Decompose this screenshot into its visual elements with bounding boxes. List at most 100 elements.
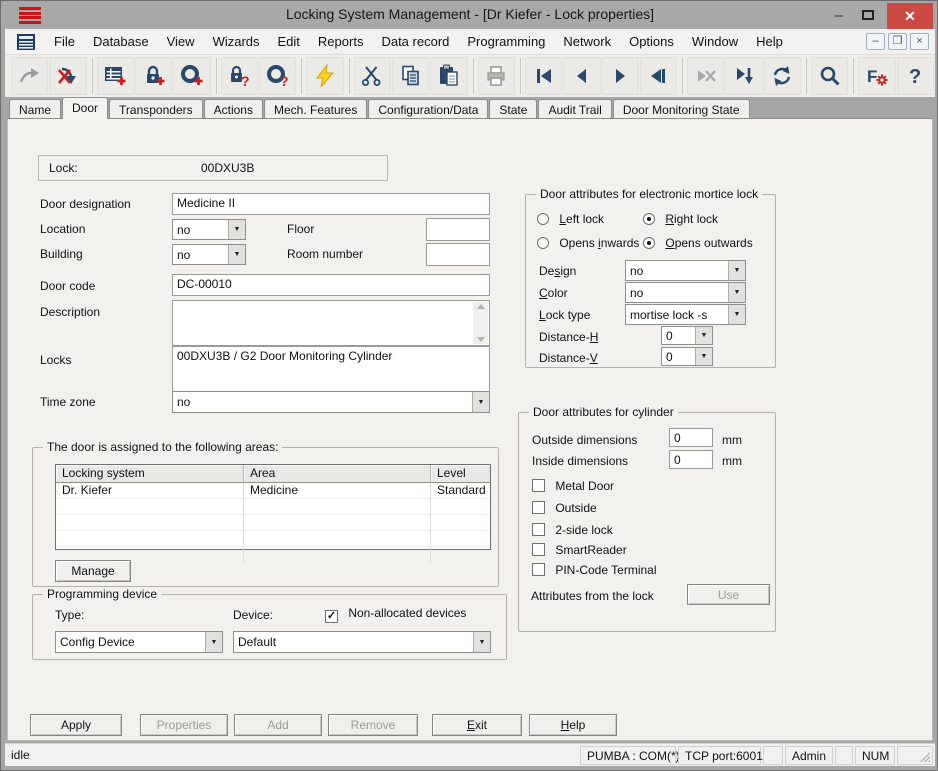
menu-item-options[interactable]: Options xyxy=(620,30,683,53)
toolbar-print-button[interactable] xyxy=(478,57,515,95)
tab-mech-features[interactable]: Mech. Features xyxy=(264,99,367,119)
menu-item-file[interactable]: File xyxy=(45,30,84,53)
menu-item-edit[interactable]: Edit xyxy=(269,30,309,53)
chevron-down-icon[interactable]: ▼ xyxy=(228,245,245,264)
toolbar-copy-button[interactable] xyxy=(392,57,429,95)
toolbar-new-locking-system-button[interactable] xyxy=(97,57,134,95)
toolbar-previous-record-button[interactable] xyxy=(563,57,600,95)
table-row[interactable]: Dr. Kiefer Medicine Standard xyxy=(56,483,490,499)
tab-transponders[interactable]: Transponders xyxy=(109,99,203,119)
mdi-minimize-button[interactable]: – xyxy=(866,33,885,50)
menu-item-help[interactable]: Help xyxy=(747,30,792,53)
door-code-input[interactable]: DC-00010 xyxy=(172,274,490,296)
left-lock-radio[interactable]: Left lock xyxy=(537,212,604,226)
scroll-down-icon[interactable] xyxy=(477,337,485,342)
exit-button[interactable]: Exit xyxy=(432,714,522,736)
menu-item-database[interactable]: Database xyxy=(84,30,158,53)
toolbar-connect-button[interactable] xyxy=(11,57,48,95)
chevron-down-icon[interactable]: ▼ xyxy=(695,327,712,344)
location-select[interactable]: no ▼ xyxy=(172,219,246,240)
toolbar-new-lock-button[interactable] xyxy=(135,57,172,95)
opens-inwards-radio[interactable]: Opens inwards xyxy=(537,236,639,250)
description-textarea[interactable] xyxy=(172,300,490,346)
chevron-down-icon[interactable]: ▼ xyxy=(472,392,489,412)
description-scrollbar[interactable] xyxy=(473,302,488,344)
column-header-level[interactable]: Level xyxy=(431,465,490,483)
minimize-button[interactable]: – xyxy=(825,1,853,29)
programming-type-select[interactable]: Config Device ▼ xyxy=(55,631,223,653)
tab-door[interactable]: Door xyxy=(62,97,108,119)
menu-item-wizards[interactable]: Wizards xyxy=(204,30,269,53)
door-designation-input[interactable]: Medicine II xyxy=(172,193,490,215)
properties-button[interactable]: Properties xyxy=(140,714,228,736)
mdi-restore-button[interactable]: ❐ xyxy=(888,33,907,50)
tab-audit-trail[interactable]: Audit Trail xyxy=(538,99,611,119)
resize-grip[interactable] xyxy=(897,746,933,765)
toolbar-filter-settings-button[interactable]: F xyxy=(858,57,895,95)
programming-device-select[interactable]: Default ▼ xyxy=(233,631,491,653)
remove-button[interactable]: Remove xyxy=(328,714,418,736)
scroll-up-icon[interactable] xyxy=(477,304,485,309)
toolbar-remove-record-button[interactable] xyxy=(687,57,724,95)
chevron-down-icon[interactable]: ▼ xyxy=(695,348,712,365)
color-select[interactable]: no ▼ xyxy=(625,282,746,303)
right-lock-radio[interactable]: Right lock xyxy=(643,212,718,226)
areas-table[interactable]: Locking system Area Level Dr. Kiefer Med… xyxy=(55,464,491,550)
toolbar-program-button[interactable] xyxy=(306,57,343,95)
tab-state[interactable]: State xyxy=(489,99,537,119)
opens-outwards-radio[interactable]: Opens outwards xyxy=(643,236,753,250)
help-button[interactable]: Help xyxy=(529,714,617,736)
outside-checkbox[interactable]: Outside xyxy=(532,501,597,515)
system-menu-icon[interactable] xyxy=(17,34,35,50)
time-zone-select[interactable]: no ▼ xyxy=(172,391,490,413)
menu-item-reports[interactable]: Reports xyxy=(309,30,373,53)
inside-dimensions-input[interactable]: 0 xyxy=(669,450,713,469)
column-header-area[interactable]: Area xyxy=(244,465,431,483)
toolbar-read-lock-button[interactable]: ? xyxy=(221,57,258,95)
smartreader-checkbox[interactable]: SmartReader xyxy=(532,543,627,557)
toolbar-new-transponder-button[interactable] xyxy=(173,57,210,95)
chevron-down-icon[interactable]: ▼ xyxy=(228,220,245,239)
tab-actions[interactable]: Actions xyxy=(204,99,263,119)
mdi-close-button[interactable]: × xyxy=(910,33,929,50)
building-select[interactable]: no ▼ xyxy=(172,244,246,265)
chevron-down-icon[interactable]: ▼ xyxy=(473,632,490,652)
distance-h-select[interactable]: 0 ▼ xyxy=(661,326,713,345)
tab-name[interactable]: Name xyxy=(9,99,61,119)
locks-textarea[interactable]: 00DXU3B / G2 Door Monitoring Cylinder xyxy=(172,346,490,392)
two-side-lock-checkbox[interactable]: 2-side lock xyxy=(532,523,613,537)
toolbar-read-transponder-button[interactable]: ? xyxy=(259,57,296,95)
non-allocated-devices-checkbox[interactable]: ✓ Non-allocated devices xyxy=(325,606,466,623)
chevron-down-icon[interactable]: ▼ xyxy=(728,283,745,302)
column-header-locking-system[interactable]: Locking system xyxy=(56,465,244,483)
menu-item-window[interactable]: Window xyxy=(683,30,747,53)
menu-item-view[interactable]: View xyxy=(158,30,204,53)
toolbar-cut-button[interactable] xyxy=(354,57,391,95)
menu-item-programming[interactable]: Programming xyxy=(458,30,554,53)
add-button[interactable]: Add xyxy=(234,714,322,736)
design-select[interactable]: no ▼ xyxy=(625,260,746,281)
toolbar-refresh-button[interactable] xyxy=(764,57,801,95)
manage-button[interactable]: Manage xyxy=(55,560,131,582)
toolbar-next-record-button[interactable] xyxy=(602,57,639,95)
chevron-down-icon[interactable]: ▼ xyxy=(728,305,745,324)
toolbar-help-button[interactable]: ? xyxy=(897,57,934,95)
tab-configuration-data[interactable]: Configuration/Data xyxy=(368,99,488,119)
use-button[interactable]: Use xyxy=(687,584,770,605)
close-button[interactable]: ✕ xyxy=(887,3,933,29)
outside-dimensions-input[interactable]: 0 xyxy=(669,428,713,447)
apply-button[interactable]: Apply xyxy=(30,714,122,736)
toolbar-first-record-button[interactable] xyxy=(525,57,562,95)
tab-door-monitoring-state[interactable]: Door Monitoring State xyxy=(613,99,750,119)
chevron-down-icon[interactable]: ▼ xyxy=(728,261,745,280)
toolbar-last-record-button[interactable] xyxy=(640,57,677,95)
toolbar-search-button[interactable] xyxy=(811,57,848,95)
distance-v-select[interactable]: 0 ▼ xyxy=(661,347,713,366)
metal-door-checkbox[interactable]: Metal Door xyxy=(532,479,614,493)
chevron-down-icon[interactable]: ▼ xyxy=(205,632,222,652)
floor-input[interactable] xyxy=(426,218,490,241)
room-number-input[interactable] xyxy=(426,243,490,266)
maximize-button[interactable] xyxy=(853,1,883,29)
pin-code-terminal-checkbox[interactable]: PIN-Code Terminal xyxy=(532,563,657,577)
toolbar-paste-button[interactable] xyxy=(430,57,467,95)
